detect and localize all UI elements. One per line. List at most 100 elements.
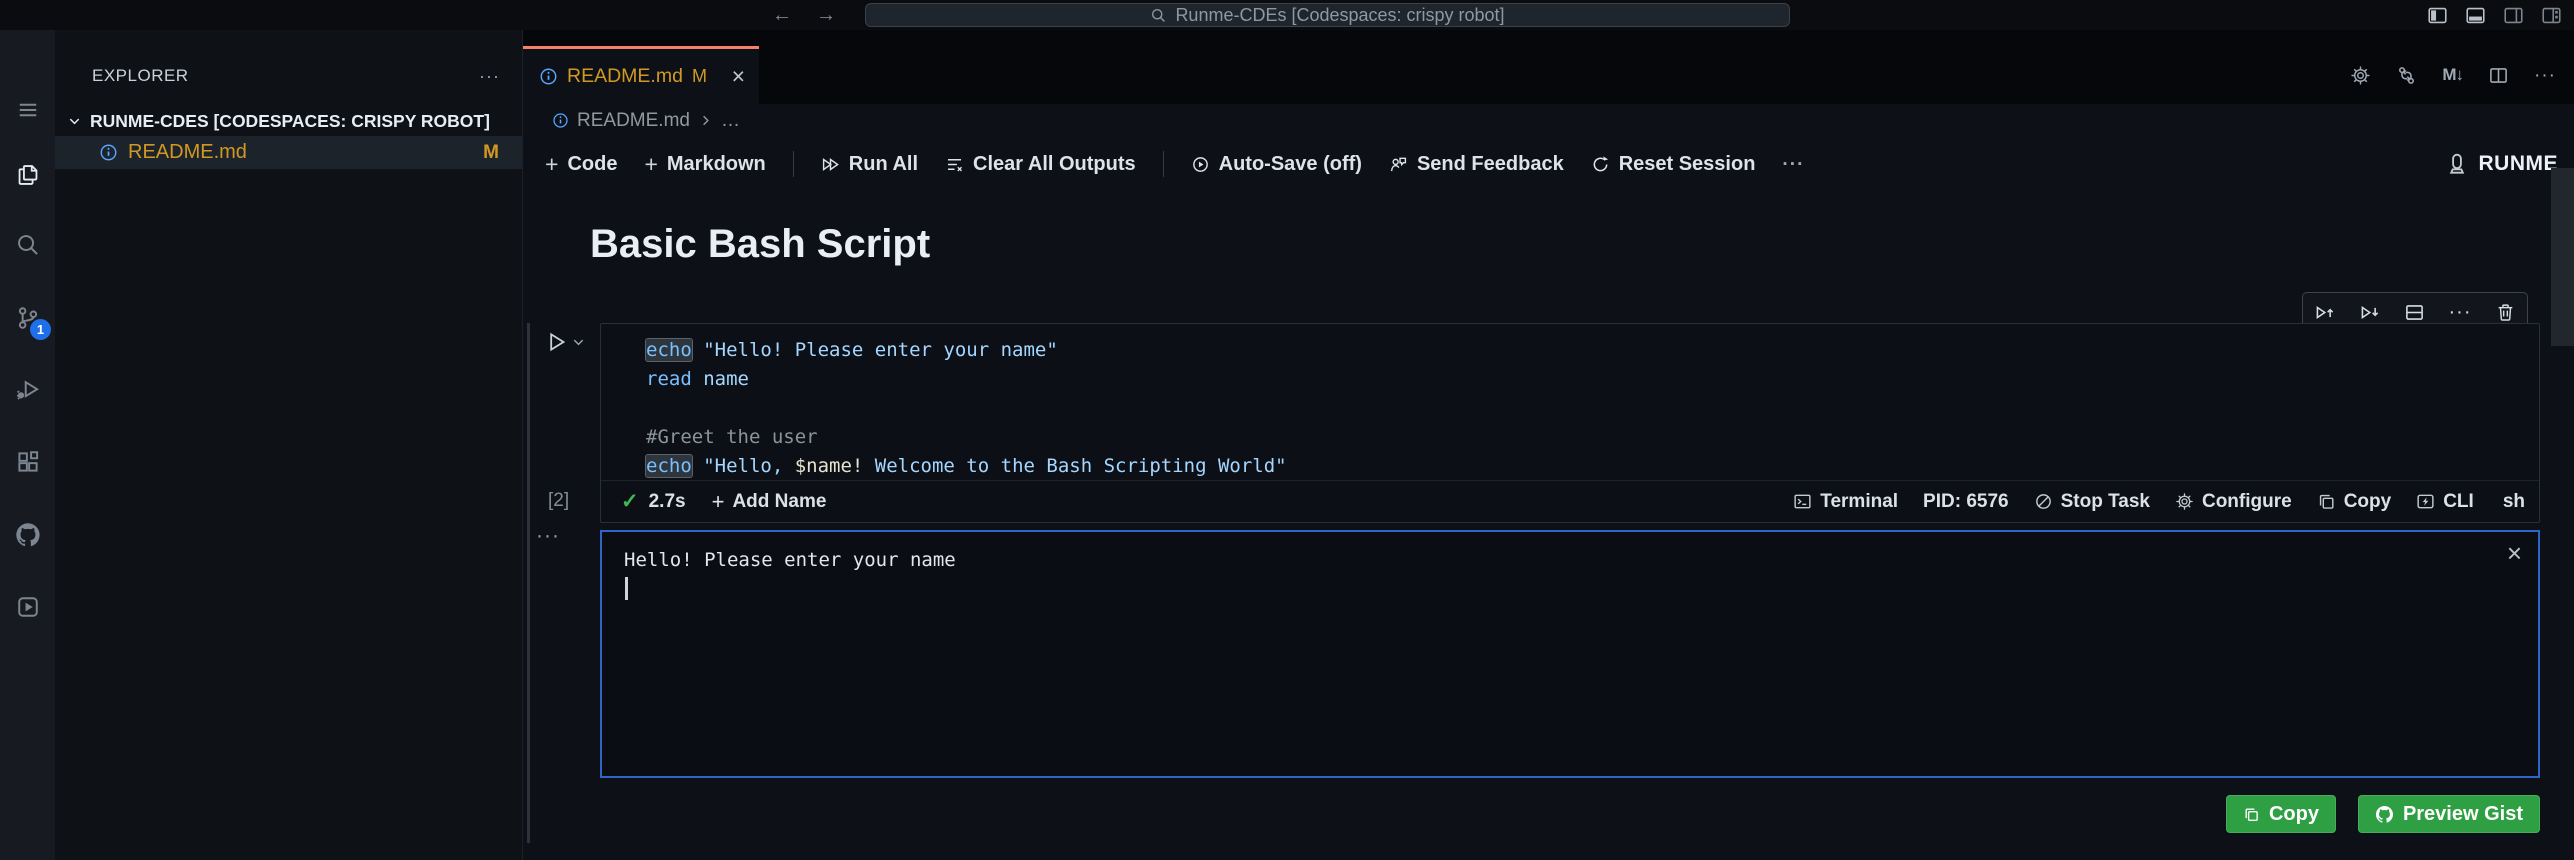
terminal-cursor bbox=[625, 577, 628, 600]
activity-extensions[interactable] bbox=[0, 440, 55, 484]
add-code-label: Code bbox=[567, 152, 618, 175]
play-circle-icon bbox=[1192, 156, 1208, 172]
code-editor[interactable]: echo "Hello! Please enter your name" rea… bbox=[645, 336, 1287, 481]
split-editor-icon[interactable] bbox=[2488, 65, 2509, 86]
copy-output-button[interactable]: Copy bbox=[2225, 795, 2336, 833]
add-name-label: Add Name bbox=[732, 490, 827, 512]
runme-brand-label: RUNME bbox=[2478, 152, 2558, 175]
markdown-preview-icon[interactable]: M↓ bbox=[2442, 65, 2464, 85]
plus-icon: + bbox=[711, 488, 725, 514]
stop-circle-icon bbox=[2035, 494, 2051, 509]
cli-button[interactable]: CLI bbox=[2416, 491, 2474, 513]
cell-status-right: Terminal PID: 6576 Stop Task Configure C… bbox=[1793, 491, 2525, 513]
gear-icon[interactable] bbox=[2350, 65, 2371, 86]
files-icon bbox=[18, 165, 37, 185]
file-row-readme[interactable]: README.md M bbox=[55, 136, 522, 169]
stop-task-button[interactable]: Stop Task bbox=[2034, 491, 2150, 513]
tab-readme[interactable]: README.md M × bbox=[523, 46, 759, 104]
code-cell: echo "Hello! Please enter your name" rea… bbox=[600, 323, 2540, 523]
search-icon bbox=[17, 235, 38, 255]
activity-explorer[interactable] bbox=[0, 153, 55, 197]
file-name: README.md bbox=[128, 141, 247, 163]
breadcrumb-more[interactable]: … bbox=[721, 110, 740, 132]
session-sync-icon[interactable] bbox=[2396, 65, 2417, 86]
more-actions-icon[interactable]: ··· bbox=[2534, 66, 2556, 85]
preview-gist-button[interactable]: Preview Gist bbox=[2357, 795, 2540, 833]
reset-session-label: Reset Session bbox=[1618, 152, 1756, 175]
add-code-button[interactable]: + Code bbox=[545, 152, 618, 176]
send-feedback-button[interactable]: Send Feedback bbox=[1389, 153, 1564, 176]
activity-github[interactable] bbox=[0, 513, 55, 557]
cell-focus-indicator bbox=[527, 323, 530, 843]
toolbar-separator bbox=[792, 151, 794, 177]
pid-label: PID: 6576 bbox=[1923, 490, 2009, 512]
back-icon[interactable]: ← bbox=[772, 5, 792, 25]
close-icon[interactable]: × bbox=[732, 65, 745, 88]
breadcrumb[interactable]: README.md … bbox=[523, 104, 2574, 137]
toggle-sidebar-icon[interactable] bbox=[2427, 5, 2448, 26]
auto-save-toggle[interactable]: Auto-Save (off) bbox=[1191, 153, 1362, 176]
run-all-icon bbox=[822, 157, 839, 171]
tab-label: README.md bbox=[567, 65, 683, 87]
sidebar-title: EXPLORER bbox=[92, 66, 189, 85]
copy-cell-button[interactable]: Copy bbox=[2317, 490, 2392, 513]
forward-icon[interactable]: → bbox=[816, 5, 836, 25]
close-icon[interactable]: × bbox=[2507, 540, 2522, 566]
terminal-button[interactable]: Terminal bbox=[1793, 491, 1898, 513]
clear-all-outputs-button[interactable]: Clear All Outputs bbox=[945, 153, 1136, 176]
trash-icon[interactable] bbox=[2495, 302, 2516, 323]
chevron-down-icon bbox=[69, 118, 80, 124]
workspace-section-header[interactable]: RUNME-CDES [CODESPACES: CRISPY ROBOT] bbox=[55, 106, 522, 136]
copy-icon bbox=[2245, 807, 2258, 821]
add-markdown-button[interactable]: + Markdown bbox=[644, 152, 765, 176]
language-picker[interactable]: sh bbox=[2503, 491, 2525, 513]
runme-brand: RUNME bbox=[2445, 152, 2559, 176]
breadcrumb-file[interactable]: README.md bbox=[577, 110, 690, 132]
execution-count: [2] bbox=[548, 490, 570, 511]
activity-source-control[interactable]: 1 bbox=[0, 296, 55, 340]
activity-runme[interactable] bbox=[0, 585, 55, 629]
toolbar-more-icon[interactable]: ··· bbox=[1782, 155, 1804, 174]
terminal-label: Terminal bbox=[1820, 490, 1899, 512]
success-check-icon: ✓ bbox=[621, 490, 639, 513]
command-center-search[interactable]: Runme-CDEs [Codespaces: crispy robot] bbox=[865, 3, 1790, 27]
activity-run-debug[interactable] bbox=[0, 368, 55, 412]
terminal-output[interactable]: Hello! Please enter your name × bbox=[600, 530, 2540, 778]
title-bar: ← → Runme-CDEs [Codespaces: crispy robot… bbox=[0, 0, 2574, 30]
run-all-label: Run All bbox=[848, 152, 919, 175]
hamburger-menu-icon bbox=[19, 103, 36, 117]
split-cell-icon[interactable] bbox=[2404, 302, 2425, 323]
github-icon bbox=[2375, 805, 2393, 823]
execute-below-icon[interactable] bbox=[2359, 302, 2380, 323]
execute-above-icon[interactable] bbox=[2314, 302, 2335, 323]
run-all-button[interactable]: Run All bbox=[821, 153, 918, 176]
configure-button[interactable]: Configure bbox=[2175, 491, 2292, 513]
menu-button[interactable] bbox=[0, 88, 55, 132]
stop-task-label: Stop Task bbox=[2060, 490, 2150, 512]
toggle-secondary-sidebar-icon[interactable] bbox=[2503, 5, 2524, 26]
copy-cell-label: Copy bbox=[2343, 490, 2392, 512]
output-footer-actions: Copy Preview Gist bbox=[600, 795, 2540, 833]
token-string: "Hello, bbox=[691, 455, 795, 477]
copy-output-label: Copy bbox=[2268, 802, 2319, 825]
workspace-section-label: RUNME-CDES [CODESPACES: CRISPY ROBOT] bbox=[90, 110, 490, 131]
run-and-debug-icon bbox=[16, 380, 39, 400]
sidebar-more-icon[interactable]: ··· bbox=[479, 66, 500, 87]
token-comment: #Greet the user bbox=[646, 426, 818, 448]
activity-search[interactable] bbox=[0, 223, 55, 267]
run-cell-button[interactable] bbox=[544, 330, 586, 354]
customize-layout-icon[interactable] bbox=[2541, 5, 2562, 26]
info-icon bbox=[540, 68, 557, 85]
editor-scrollbar[interactable] bbox=[2551, 168, 2574, 346]
page-title: Basic Bash Script bbox=[590, 222, 931, 266]
reset-session-button[interactable]: Reset Session bbox=[1591, 152, 1756, 176]
toggle-panel-icon[interactable] bbox=[2465, 5, 2486, 26]
feedback-icon bbox=[1390, 157, 1407, 171]
add-name-button[interactable]: + Add Name bbox=[712, 489, 827, 515]
cell-more-actions-icon[interactable]: ··· bbox=[2449, 302, 2472, 322]
gear-icon bbox=[2176, 493, 2193, 510]
output-more-icon[interactable]: ··· bbox=[536, 524, 560, 548]
chevron-down-icon[interactable] bbox=[571, 335, 586, 350]
send-feedback-label: Send Feedback bbox=[1416, 152, 1564, 175]
